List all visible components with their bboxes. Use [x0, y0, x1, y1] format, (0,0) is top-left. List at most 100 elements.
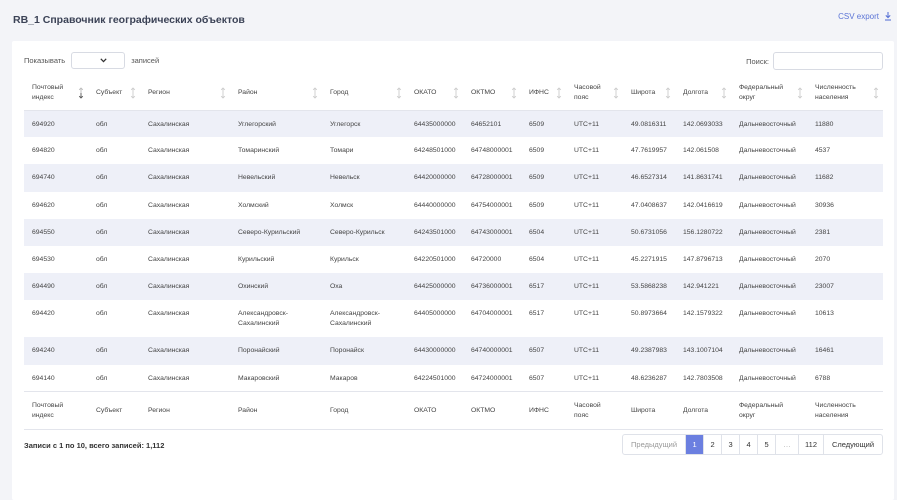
column-header[interactable]: Регион — [140, 77, 230, 111]
sort-icon[interactable] — [130, 87, 136, 99]
table-row[interactable]: 694550 обл Сахалинская Северо-Курильский Сев… — [24, 218, 883, 246]
column-header-label: ОКТМО — [471, 89, 496, 97]
chevron-down-icon — [100, 58, 107, 63]
column-header-label: Район — [238, 89, 258, 97]
table-cell: обл — [96, 347, 108, 355]
table-cell: 64224501000 — [414, 374, 456, 382]
table-cell: 694920 — [32, 120, 55, 128]
table-cell: 46.6527314 — [631, 174, 667, 182]
table-cell: Сахалинская — [148, 201, 190, 209]
table-cell: 142.1579322 — [683, 310, 723, 318]
column-header[interactable]: Район — [230, 77, 322, 111]
table-cell: 694620 — [32, 201, 55, 209]
table-cell: обл — [96, 255, 108, 263]
table-row[interactable]: 694490 обл Сахалинская Охинский Оха 644250000… — [24, 273, 883, 301]
search-input[interactable] — [773, 52, 883, 70]
table-row[interactable]: 694420 обл Сахалинская Александровск-Сахали… — [24, 300, 883, 337]
column-header[interactable]: Долгота — [675, 77, 731, 111]
table-cell: 47.0408637 — [631, 201, 667, 209]
table-row[interactable]: 694240 обл Сахалинская Поронайский Поронайск… — [24, 337, 883, 365]
table-cell: 50.8973664 — [631, 310, 667, 318]
column-footer: Город — [322, 391, 406, 431]
table-cell: 50.6731056 — [631, 228, 667, 236]
column-footer-label: Федеральный округ — [739, 401, 784, 419]
sort-desc-icon[interactable] — [78, 87, 84, 99]
column-footer-label: ИФНС — [529, 406, 549, 414]
column-header[interactable]: ИФНС — [521, 77, 566, 111]
column-header[interactable]: Город — [322, 77, 406, 111]
table-cell: Дальневосточный — [739, 283, 796, 291]
pagination-page-button[interactable]: 4 — [740, 435, 759, 454]
column-header[interactable]: ОКАТО — [406, 77, 463, 111]
table-row[interactable]: 694140 обл Сахалинская Макаровский Макаров 64… — [24, 365, 883, 392]
column-header[interactable]: Почтовый индекс — [24, 77, 88, 111]
table-cell: 694240 — [32, 347, 55, 355]
csv-export-label: CSV export — [838, 12, 879, 21]
table-cell: 64220501000 — [414, 255, 456, 263]
table-cell: Томаринский — [238, 147, 280, 155]
table-cell: 142.7803508 — [683, 374, 723, 382]
table-cell: 64736000001 — [471, 283, 513, 291]
table-cell: 4537 — [815, 147, 831, 155]
data-table: Почтовый индекс Субъект Регион Район Город ОК… — [24, 77, 883, 431]
table-row[interactable]: 694620 обл Сахалинская Холмский Холмск 644400… — [24, 192, 883, 219]
column-footer: Часовой пояс — [566, 391, 623, 431]
column-header[interactable]: Численность населения — [807, 77, 883, 111]
column-header[interactable]: Широта — [623, 77, 675, 111]
sort-icon[interactable] — [721, 87, 727, 99]
table-cell: 147.8796713 — [683, 255, 723, 263]
column-footer: Федеральный округ — [731, 391, 807, 431]
table-cell: 64405000000 — [414, 310, 456, 318]
sort-icon[interactable] — [396, 87, 402, 99]
sort-icon[interactable] — [312, 87, 318, 99]
table-cell: 64243501000 — [414, 228, 456, 236]
pagination-page-button[interactable]: 112 — [799, 435, 824, 454]
table-cell: UTC+11 — [574, 201, 599, 209]
table-cell: Макаровский — [238, 374, 280, 382]
table-cell: 64430000000 — [414, 347, 456, 355]
page-title: RB_1 Справочник географических объектов — [13, 14, 245, 26]
pagination-next-button[interactable]: Следующий — [824, 435, 882, 454]
column-header[interactable]: ОКТМО — [463, 77, 521, 111]
pagination-previous-button[interactable]: Предыдущий — [623, 435, 687, 454]
column-footer: Район — [230, 391, 322, 431]
sort-icon[interactable] — [797, 87, 803, 99]
table-cell: Дальневосточный — [739, 347, 796, 355]
table-cell: 694490 — [32, 283, 55, 291]
pagination-page-button[interactable]: 3 — [722, 435, 741, 454]
table-row[interactable]: 694820 обл Сахалинская Томаринский Томари 642… — [24, 137, 883, 164]
table-cell: Макаров — [330, 374, 358, 382]
table-cell: обл — [96, 147, 108, 155]
table-cell: 64704000001 — [471, 310, 513, 318]
column-header-label: ОКАТО — [414, 89, 437, 97]
sort-icon[interactable] — [613, 87, 619, 99]
table-cell: 6517 — [529, 310, 545, 318]
table-cell: 64740000001 — [471, 347, 513, 355]
table-cell: Поронайск — [330, 347, 364, 355]
pagination-page-button[interactable]: 2 — [704, 435, 723, 454]
table-row[interactable]: 694920 обл Сахалинская Углегорский Углегорск… — [24, 110, 883, 138]
page-length-select[interactable] — [71, 52, 126, 69]
table-row[interactable]: 694530 обл Сахалинская Курильский Курильск 64… — [24, 246, 883, 273]
sort-icon[interactable] — [665, 87, 671, 99]
table-cell: 141.8631741 — [683, 174, 723, 182]
entries-label: записей — [131, 56, 160, 65]
pagination-page-button[interactable]: 1 — [686, 435, 705, 454]
sort-icon[interactable] — [453, 87, 459, 99]
table-cell: 694550 — [32, 228, 55, 236]
pagination-page-button[interactable]: 5 — [758, 435, 777, 454]
table-card: Показывать записей Поиск: Почтовый индек… — [12, 41, 894, 500]
table-row[interactable]: 694740 обл Сахалинская Невельский Невельск 64… — [24, 164, 883, 192]
csv-export-button[interactable]: CSV export — [838, 12, 892, 21]
column-header[interactable]: Субъект — [88, 77, 140, 111]
column-header[interactable]: Часовой пояс — [566, 77, 623, 111]
table-cell: 49.2387983 — [631, 347, 667, 355]
column-footer: Долгота — [675, 391, 731, 431]
column-header[interactable]: Федеральный округ — [731, 77, 807, 111]
sort-icon[interactable] — [873, 87, 879, 99]
table-cell: 30936 — [815, 201, 834, 209]
table-cell: Курильск — [330, 255, 359, 263]
sort-icon[interactable] — [556, 87, 562, 99]
sort-icon[interactable] — [220, 87, 226, 99]
sort-icon[interactable] — [511, 87, 517, 99]
